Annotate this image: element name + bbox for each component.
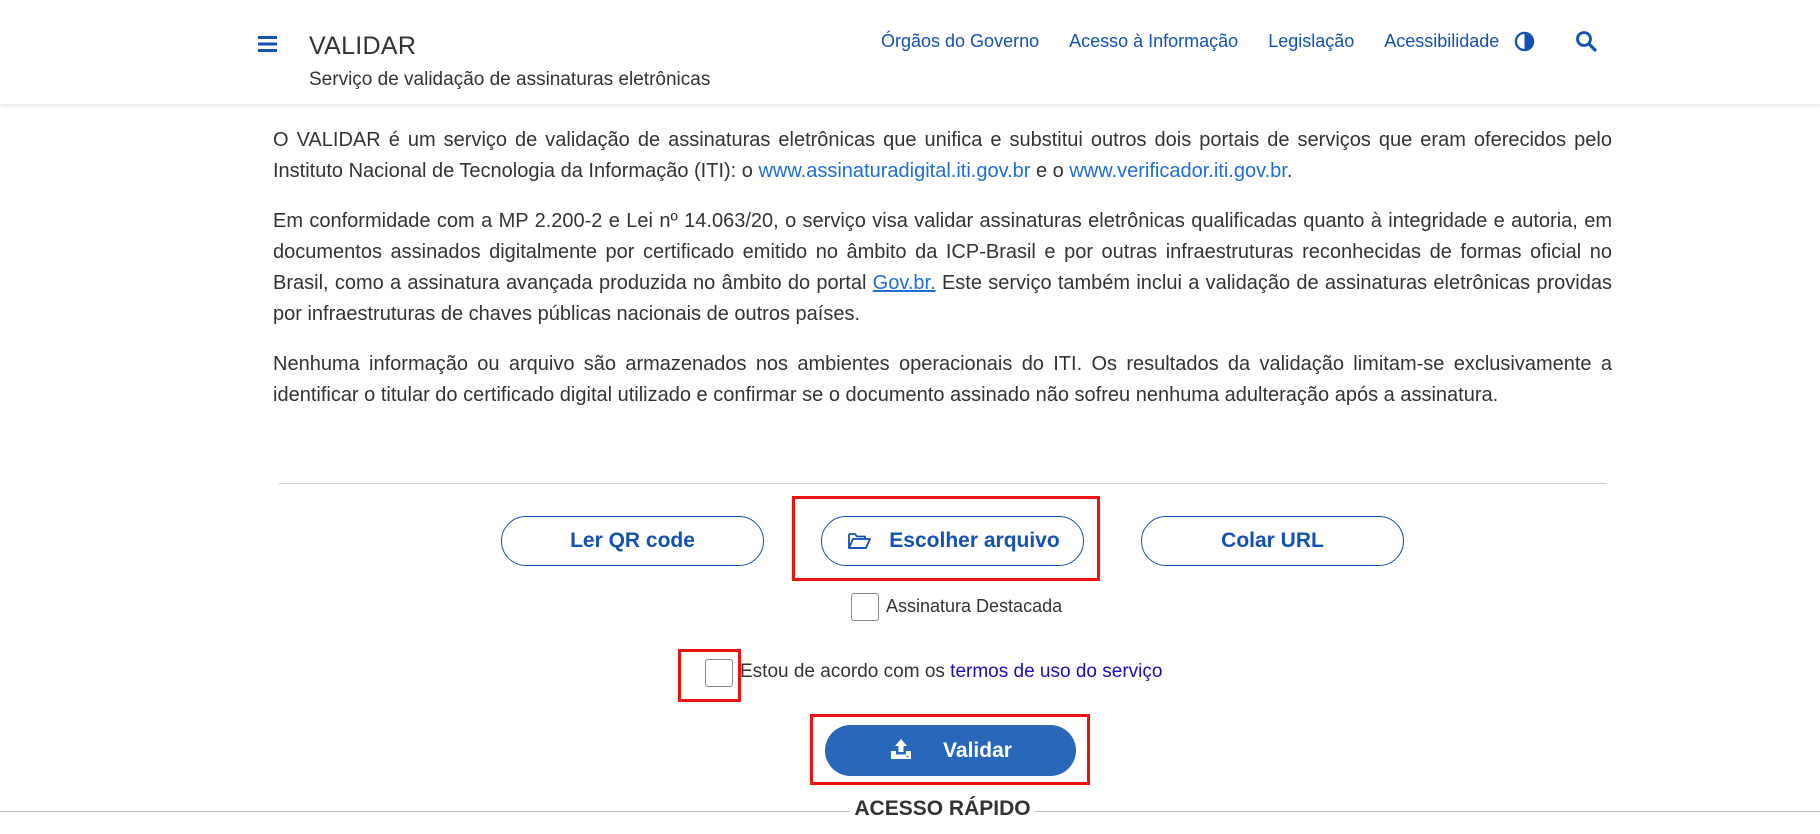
terms-prefix-text: Estou de acordo com os <box>740 661 951 682</box>
nav-link-acessibilidade[interactable]: Acessibilidade <box>1384 31 1499 52</box>
terms-of-use-link[interactable]: termos de uso do serviço <box>950 661 1162 682</box>
link-verificador[interactable]: www.verificador.iti.gov.br <box>1069 160 1287 182</box>
top-nav: Órgãos do Governo Acesso à Informação Le… <box>881 28 1599 54</box>
intro-paragraph-3: Nenhuma informação ou arquivo são armaze… <box>273 353 1612 406</box>
terms-agree-checkbox[interactable] <box>705 659 733 687</box>
section-divider <box>279 483 1606 484</box>
paste-url-button[interactable]: Colar URL <box>1141 516 1404 566</box>
nav-link-legislacao[interactable]: Legislação <box>1268 31 1354 52</box>
terms-agree-label: Estou de acordo com os termos de uso do … <box>740 661 1162 683</box>
validate-button[interactable]: Validar <box>825 725 1076 776</box>
read-qr-code-label: Ler QR code <box>570 529 695 552</box>
read-qr-code-button[interactable]: Ler QR code <box>501 516 764 566</box>
link-assinaturadigital[interactable]: www.assinaturadigital.iti.gov.br <box>758 160 1030 182</box>
app-title: VALIDAR <box>309 32 417 60</box>
intro-paragraph-2: Em conformidade com a MP 2.200-2 e Lei n… <box>273 206 1612 330</box>
link-govbr[interactable]: Gov.br. <box>873 272 936 294</box>
intro-paragraph-1: O VALIDAR é um serviço de validação de a… <box>273 125 1612 187</box>
quick-access-heading: ACESSO RÁPIDO <box>0 797 1820 821</box>
contrast-icon[interactable] <box>1511 28 1537 54</box>
detached-signature-checkbox[interactable] <box>851 593 879 621</box>
site-header: VALIDAR Serviço de validação de assinatu… <box>0 0 1820 104</box>
folder-open-icon <box>847 531 871 557</box>
nav-link-acesso-informacao[interactable]: Acesso à Informação <box>1069 31 1238 52</box>
choose-file-label: Escolher arquivo <box>889 529 1060 552</box>
app-subtitle: Serviço de validação de assinaturas elet… <box>309 69 711 90</box>
menu-icon[interactable] <box>254 30 282 58</box>
search-icon[interactable] <box>1573 28 1599 54</box>
nav-link-orgaos-governo[interactable]: Órgãos do Governo <box>881 31 1039 52</box>
intro-content: O VALIDAR é um serviço de validação de a… <box>273 125 1612 430</box>
validate-label: Validar <box>943 738 1012 762</box>
paste-url-label: Colar URL <box>1221 529 1324 552</box>
detached-signature-label: Assinatura Destacada <box>886 596 1063 616</box>
choose-file-button[interactable]: Escolher arquivo <box>821 516 1084 566</box>
quick-access-label: ACESSO RÁPIDO <box>850 797 1035 820</box>
intro-text: . <box>1286 160 1293 182</box>
intro-text: e o <box>1030 160 1070 182</box>
upload-icon <box>890 738 912 766</box>
